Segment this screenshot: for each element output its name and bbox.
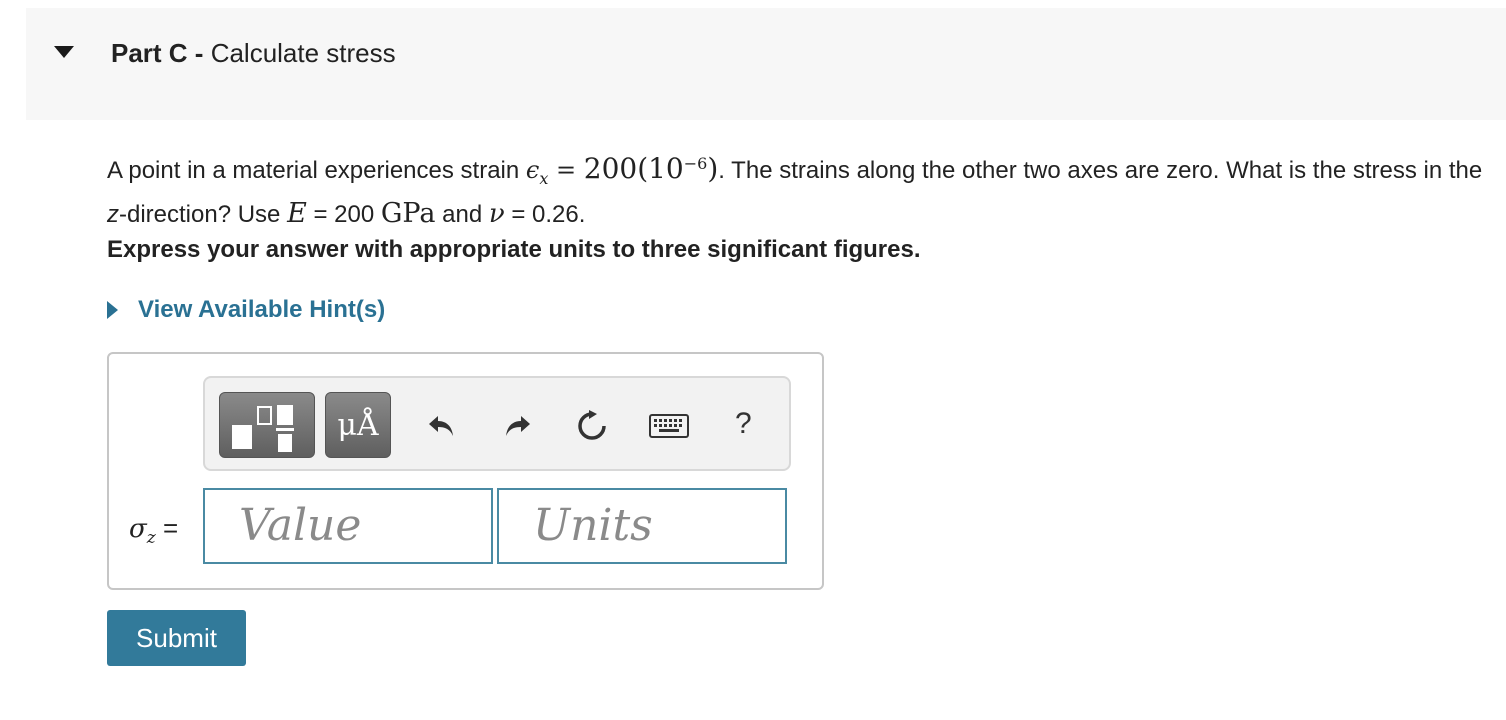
math-toolbar: μÅ ? [203,376,791,471]
keyboard-icon[interactable] [649,406,689,446]
templates-icon [232,405,294,452]
question-text-1: A point in a material experiences strain [107,157,526,184]
expand-caret-icon [107,301,118,319]
strain-symbol: ϵ [525,156,540,184]
value-input[interactable]: Value [203,488,493,564]
redo-icon[interactable] [497,406,537,446]
strain-exponent: −6 [683,154,708,173]
sigma-subscript: z [146,528,156,549]
undo-icon[interactable] [422,406,462,446]
modulus-unit: GPa [380,197,436,229]
help-button[interactable]: ? [735,404,752,444]
part-title: Part C - Calculate stress [111,36,396,70]
poisson-symbol: ν [488,198,505,229]
part-title-text: Calculate stress [210,38,396,68]
modulus-symbol: E [287,197,307,229]
question-text-3: -direction? Use [119,200,288,228]
poisson-value: = 0.26. [504,200,586,228]
z-direction-symbol: z [107,200,119,228]
question-and: and [435,200,489,228]
question-text-2: . The strains along the other two axes a… [718,157,1483,184]
part-separator: - [187,38,211,68]
symbols-button[interactable]: μÅ [325,392,391,458]
part-label: Part C [111,38,188,68]
view-hints-link[interactable]: View Available Hint(s) [107,293,385,327]
answer-box: μÅ ? σz = Value Units [107,352,824,590]
units-input[interactable]: Units [497,488,787,564]
collapse-caret-icon[interactable] [54,46,74,58]
strain-close-paren: ) [707,152,719,185]
sigma-symbol: σ [129,514,147,544]
question-text: A point in a material experiences strain… [107,146,1487,232]
reset-icon[interactable] [572,406,612,446]
view-hints-label: View Available Hint(s) [138,296,386,323]
strain-equals: = [548,156,584,184]
submit-button[interactable]: Submit [107,610,246,666]
modulus-value: = 200 [306,200,381,228]
instruction-text: Express your answer with appropriate uni… [107,236,921,263]
strain-value: 200(10 [583,152,684,185]
answer-label: σz = [129,512,178,554]
answer-equals: = [155,513,179,543]
templates-button[interactable] [219,392,315,458]
